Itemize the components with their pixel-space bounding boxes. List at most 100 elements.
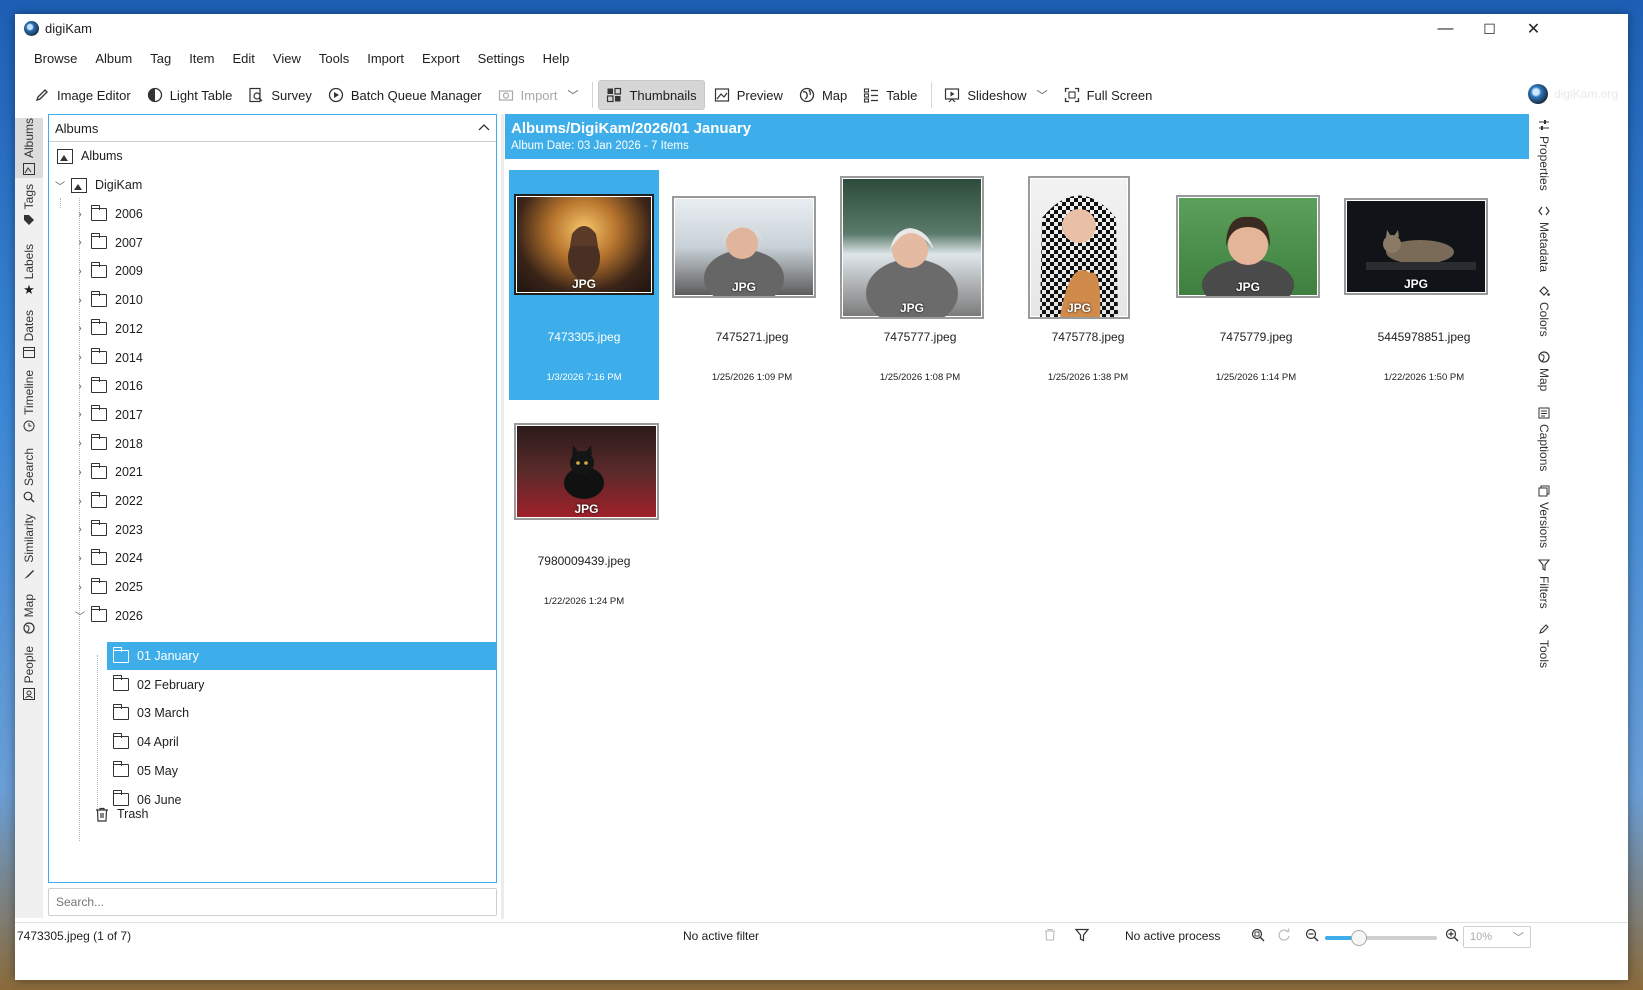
full-screen-button[interactable]: Full Screen [1057, 80, 1160, 110]
panel-splitter[interactable] [501, 114, 504, 919]
thumbnail-item[interactable]: JPG 7475271.jpeg 1/25/2026 1:09 PM [672, 170, 827, 400]
album-year-2022[interactable]: › 2022 [49, 487, 496, 515]
zoom-slider[interactable] [1325, 930, 1437, 946]
collapse-chevron-up-icon[interactable] [478, 122, 490, 134]
chevron-down-icon[interactable]: ﹀ [53, 178, 67, 193]
minimize-button[interactable]: — [1423, 14, 1468, 44]
album-year-2012[interactable]: › 2012 [49, 315, 496, 343]
filter-funnel-icon[interactable] [1075, 928, 1089, 942]
table-button[interactable]: Table [856, 80, 924, 110]
thumbnails-button[interactable]: Thumbnails [598, 80, 705, 110]
chevron-down-icon[interactable]: ﹀ [1037, 87, 1048, 103]
tab-properties[interactable]: Properties [1532, 118, 1556, 191]
zoom-in-icon[interactable] [1445, 928, 1459, 942]
album-year-2024[interactable]: › 2024 [49, 544, 496, 572]
thumbnail-item[interactable]: JPG 7475779.jpeg 1/25/2026 1:14 PM [1176, 170, 1331, 400]
album-collection-digikam[interactable]: ﹀ DigiKam [49, 171, 496, 199]
album-search-field[interactable] [48, 888, 497, 916]
chevron-right-icon[interactable]: › [73, 524, 87, 535]
album-year-2007[interactable]: › 2007 [49, 229, 496, 257]
album-year-2021[interactable]: › 2021 [49, 458, 496, 486]
album-search-input[interactable] [56, 895, 489, 909]
album-month-2[interactable]: 02 February [107, 671, 496, 699]
chevron-right-icon[interactable]: › [73, 266, 87, 277]
album-year-2006[interactable]: › 2006 [49, 200, 496, 228]
tab-metadata[interactable]: Metadata [1532, 204, 1556, 272]
menu-tools[interactable]: Tools [310, 44, 358, 74]
tab-labels[interactable]: Labels ★ [15, 244, 43, 297]
album-year-2010[interactable]: › 2010 [49, 286, 496, 314]
light-table-button[interactable]: Light Table [140, 80, 240, 110]
menu-edit[interactable]: Edit [223, 44, 263, 74]
album-month-6[interactable]: 06 June [107, 786, 496, 814]
menu-export[interactable]: Export [413, 44, 469, 74]
chevron-right-icon[interactable]: › [73, 209, 87, 220]
menu-help[interactable]: Help [534, 44, 579, 74]
tab-map[interactable]: Map [15, 594, 43, 635]
chevron-down-icon[interactable]: ﹀ [73, 608, 87, 623]
chevron-right-icon[interactable]: › [73, 237, 87, 248]
tab-albums[interactable]: Albums [15, 118, 43, 178]
preview-button[interactable]: Preview [707, 80, 790, 110]
thumbnail-item[interactable]: JPG 7980009439.jpeg 1/22/2026 1:24 PM [509, 423, 659, 653]
survey-button[interactable]: Survey [241, 80, 318, 110]
map-button[interactable]: Map [792, 80, 854, 110]
tab-people[interactable]: People [15, 646, 43, 701]
chevron-right-icon[interactable]: › [73, 409, 87, 420]
album-year-2018[interactable]: › 2018 [49, 430, 496, 458]
tab-dates[interactable]: Dates [15, 310, 43, 359]
album-year-2009[interactable]: › 2009 [49, 257, 496, 285]
menu-view[interactable]: View [264, 44, 310, 74]
batch-queue-manager-button[interactable]: Batch Queue Manager [321, 80, 489, 110]
tab-timeline[interactable]: Timeline [15, 370, 43, 433]
album-month-1[interactable]: 01 January [107, 642, 496, 670]
album-month-4[interactable]: 04 April [107, 728, 496, 756]
chevron-right-icon[interactable]: › [73, 381, 87, 392]
chevron-right-icon[interactable]: › [73, 553, 87, 564]
chevron-right-icon[interactable]: › [73, 323, 87, 334]
import-button[interactable]: Import ﹀ [491, 80, 586, 110]
chevron-down-icon[interactable]: ﹀ [567, 87, 578, 103]
tab-tools[interactable]: Tools [1532, 622, 1556, 668]
menu-browse[interactable]: Browse [25, 44, 86, 74]
album-year-2025[interactable]: › 2025 [49, 573, 496, 601]
chevron-right-icon[interactable]: › [73, 352, 87, 363]
tab-search[interactable]: Search [15, 448, 43, 504]
album-year-2016[interactable]: › 2016 [49, 372, 496, 400]
zoom-slider-handle[interactable] [1350, 930, 1367, 946]
slideshow-button[interactable]: Slideshow ﹀ [937, 80, 1054, 110]
chevron-right-icon[interactable]: › [73, 496, 87, 507]
maximize-button[interactable]: ☐ [1467, 14, 1512, 44]
menu-tag[interactable]: Tag [141, 44, 180, 74]
image-editor-button[interactable]: Image Editor [27, 80, 138, 110]
tab-similarity[interactable]: Similarity [15, 514, 43, 581]
tab-versions[interactable]: Versions [1532, 484, 1556, 548]
album-year-2023[interactable]: › 2023 [49, 516, 496, 544]
menu-import[interactable]: Import [358, 44, 413, 74]
chevron-right-icon[interactable]: › [73, 582, 87, 593]
album-year-2014[interactable]: › 2014 [49, 344, 496, 372]
trash-icon[interactable] [1044, 928, 1056, 941]
close-button[interactable]: ✕ [1511, 14, 1556, 44]
zoom-fit-icon[interactable] [1251, 928, 1265, 942]
tab-colors[interactable]: Colors [1532, 284, 1556, 337]
digikam-org-link[interactable]: digiKam.org [1527, 84, 1618, 104]
menu-settings[interactable]: Settings [469, 44, 534, 74]
chevron-right-icon[interactable]: › [73, 438, 87, 449]
thumbnail-item[interactable]: JPG 5445978851.jpeg 1/22/2026 1:50 PM [1344, 170, 1499, 400]
zoom-reset-icon[interactable] [1277, 928, 1291, 942]
thumbnail-item[interactable]: JPG 7473305.jpeg 1/3/2026 7:16 PM [509, 170, 659, 400]
album-root[interactable]: Albums [49, 142, 496, 170]
zoom-out-icon[interactable] [1305, 928, 1319, 942]
chevron-right-icon[interactable]: › [73, 295, 87, 306]
tab-filters[interactable]: Filters [1532, 558, 1556, 609]
chevron-right-icon[interactable]: › [73, 467, 87, 478]
thumbnail-item[interactable]: JPG 7475778.jpeg 1/25/2026 1:38 PM [1013, 170, 1163, 400]
album-month-3[interactable]: 03 March [107, 699, 496, 727]
menu-item[interactable]: Item [180, 44, 223, 74]
album-year-2026[interactable]: ﹀ 2026 [49, 602, 496, 630]
menu-album[interactable]: Album [86, 44, 141, 74]
tab-map-right[interactable]: Map [1532, 350, 1556, 391]
album-year-2017[interactable]: › 2017 [49, 401, 496, 429]
tab-captions[interactable]: Captions [1532, 406, 1556, 471]
